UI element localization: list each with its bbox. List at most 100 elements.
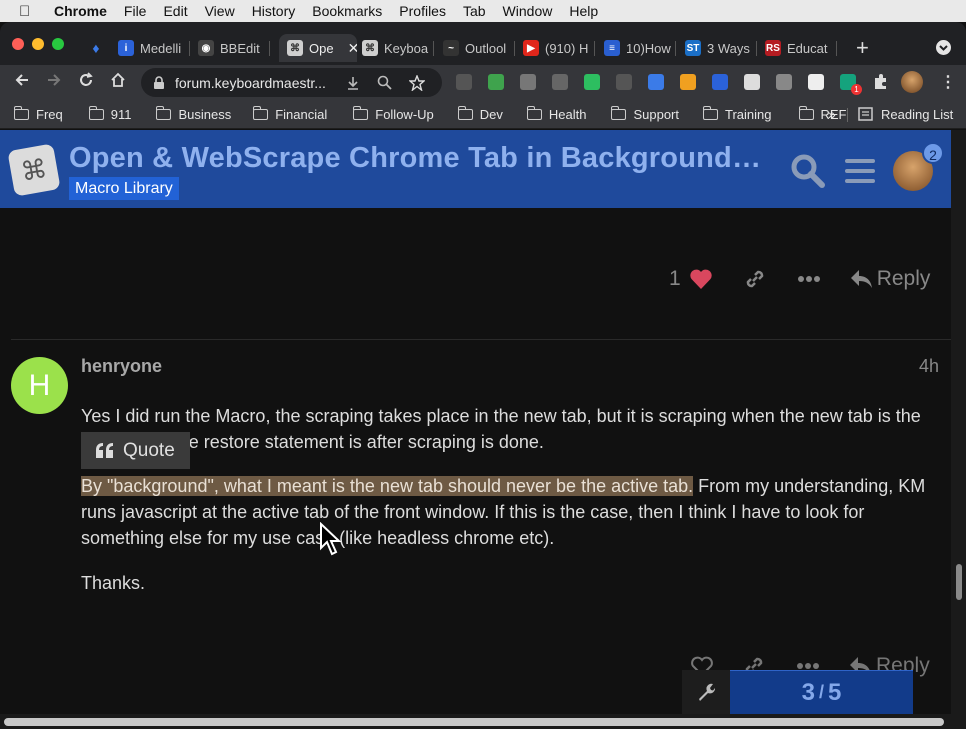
more-icon[interactable] bbox=[796, 662, 820, 670]
heart-icon[interactable] bbox=[689, 268, 713, 290]
topic-title[interactable]: Open & WebScrape Chrome Tab in Backgroun… bbox=[69, 142, 761, 175]
vertical-scrollbar[interactable] bbox=[951, 130, 966, 714]
bookmark-folder-ref[interactable]: REF bbox=[798, 105, 847, 122]
macos-menu-bar:  Chrome File Edit View History Bookmark… bbox=[0, 0, 966, 22]
bookmark-folder-health[interactable]: Health bbox=[526, 105, 586, 122]
menu-history[interactable]: History bbox=[252, 3, 296, 19]
post-username[interactable]: henryone bbox=[81, 356, 162, 377]
vertical-scrollbar-thumb[interactable] bbox=[956, 564, 962, 600]
menu-help[interactable]: Help bbox=[569, 3, 598, 19]
bookmark-folder-dev[interactable]: Dev bbox=[457, 105, 503, 122]
tab-8[interactable]: ST 3 Ways bbox=[685, 34, 757, 62]
menu-profiles[interactable]: Profiles bbox=[399, 3, 446, 19]
kebab-menu-icon[interactable]: ⋮ bbox=[940, 72, 956, 92]
menu-view[interactable]: View bbox=[205, 3, 235, 19]
star-extension-icon[interactable] bbox=[680, 74, 696, 90]
bookmark-star-icon[interactable] bbox=[408, 74, 425, 91]
hamburger-icon bbox=[845, 159, 875, 183]
bookmark-folder-training[interactable]: Training bbox=[703, 105, 772, 122]
v-extension-icon[interactable] bbox=[808, 74, 824, 90]
post-counter[interactable]: 3 / 5 bbox=[730, 670, 913, 714]
tab-2[interactable]: ◉ BBEdit bbox=[198, 34, 270, 62]
window-extension-icon[interactable] bbox=[744, 74, 760, 90]
tab-5[interactable]: ~ Outlool bbox=[443, 34, 515, 62]
zoom-window-button[interactable] bbox=[52, 38, 64, 50]
forward-button[interactable] bbox=[46, 72, 62, 93]
tab-6[interactable]: ▶ (910) H bbox=[523, 34, 595, 62]
menu-window[interactable]: Window bbox=[503, 3, 553, 19]
menu-edit[interactable]: Edit bbox=[163, 3, 187, 19]
bookmark-folder-911[interactable]: 911 bbox=[88, 105, 131, 122]
bookmark-label: Training bbox=[725, 106, 772, 122]
tab-favicon-icon: ST bbox=[685, 40, 701, 56]
tab-7[interactable]: ≡ 10)How bbox=[604, 34, 676, 62]
bookmark-folder-support[interactable]: Support bbox=[611, 105, 679, 122]
menu-bookmarks[interactable]: Bookmarks bbox=[312, 3, 382, 19]
search-button[interactable] bbox=[790, 153, 826, 194]
tab-label: Medelli bbox=[140, 40, 182, 56]
bookmark-folder-follow-up[interactable]: Follow-Up bbox=[353, 105, 434, 122]
download-extension-icon[interactable] bbox=[776, 74, 792, 90]
reading-list-button[interactable]: Reading List bbox=[858, 107, 953, 122]
close-tab-icon[interactable]: ✕ bbox=[348, 40, 357, 57]
prev-reply-button[interactable]: Reply bbox=[877, 267, 931, 291]
circle-extension-icon[interactable] bbox=[712, 74, 728, 90]
folder-icon bbox=[156, 105, 172, 120]
zoom-icon[interactable] bbox=[377, 75, 392, 90]
tab-1[interactable]: i Medelli bbox=[118, 34, 190, 62]
printer-extension-icon[interactable] bbox=[488, 74, 504, 90]
install-icon[interactable] bbox=[346, 76, 360, 90]
profile-avatar[interactable] bbox=[901, 71, 923, 93]
minimize-window-button[interactable] bbox=[32, 38, 44, 50]
reply-icon[interactable] bbox=[849, 268, 873, 290]
category-badge[interactable]: Macro Library bbox=[69, 177, 179, 200]
url-text[interactable]: forum.keyboardmaestr... bbox=[175, 75, 326, 91]
post-paragraph-2: By "background", what I meant is the new… bbox=[81, 473, 941, 551]
tabs-extension-icon[interactable] bbox=[552, 74, 568, 90]
bookmark-folder-business[interactable]: Business bbox=[156, 105, 231, 122]
admin-wrench-button[interactable] bbox=[682, 670, 730, 714]
evernote-extension-icon[interactable] bbox=[584, 74, 600, 90]
link-icon[interactable] bbox=[743, 267, 767, 291]
address-bar[interactable]: forum.keyboardmaestr... bbox=[141, 68, 442, 97]
bookmarks-overflow-button[interactable]: » bbox=[828, 106, 836, 122]
bookmark-folder-freq[interactable]: Freq bbox=[14, 105, 63, 122]
timeline-progress[interactable]: 3 / 5 bbox=[682, 670, 913, 714]
pinned-tab[interactable]: ♦ bbox=[88, 34, 110, 62]
notification-badge[interactable]: 2 bbox=[922, 142, 944, 164]
post-time[interactable]: 4h bbox=[919, 356, 939, 377]
hamburger-menu-button[interactable] bbox=[845, 157, 875, 190]
1password-extension-icon[interactable] bbox=[616, 74, 632, 90]
tab-4[interactable]: ⌘ Keyboa bbox=[362, 34, 434, 62]
reader-extension-icon[interactable] bbox=[520, 74, 536, 90]
bookmark-folder-financial[interactable]: Financial bbox=[253, 105, 327, 122]
tab-favicon-icon: RS bbox=[765, 40, 781, 56]
horizontal-scrollbar-thumb[interactable] bbox=[4, 718, 944, 726]
back-button[interactable] bbox=[14, 72, 30, 93]
horizontal-scrollbar[interactable] bbox=[0, 714, 966, 729]
extensions-button[interactable] bbox=[872, 73, 889, 95]
close-window-button[interactable] bbox=[12, 38, 24, 50]
home-button[interactable] bbox=[110, 72, 126, 93]
search-icon bbox=[791, 154, 825, 188]
reload-button[interactable] bbox=[78, 72, 94, 93]
folder-icon bbox=[14, 105, 29, 120]
quote-label: Quote bbox=[123, 439, 175, 461]
gem-extension-icon[interactable] bbox=[648, 74, 664, 90]
tab-3[interactable]: ⌘ Ope ✕ bbox=[279, 34, 357, 62]
tab-strip: ♦ i Medelli ◉ BBEdit ⌘ Ope ✕ ⌘ Keyboa ~ Outlool ▶ (9… bbox=[0, 22, 966, 65]
shield-extension-icon[interactable] bbox=[456, 74, 472, 90]
post-author-avatar[interactable]: H bbox=[11, 357, 68, 414]
menu-file[interactable]: File bbox=[124, 3, 147, 19]
tab-9[interactable]: RS Educat bbox=[765, 34, 837, 62]
menu-tab[interactable]: Tab bbox=[463, 3, 486, 19]
quote-icon bbox=[96, 443, 113, 458]
more-icon[interactable] bbox=[797, 275, 821, 283]
menu-app-name[interactable]: Chrome bbox=[54, 3, 107, 19]
highlighted-selection[interactable]: By "background", what I meant is the new… bbox=[81, 476, 694, 496]
keyboard-maestro-logo[interactable]: ⌘ bbox=[7, 143, 61, 197]
tab-search-button[interactable] bbox=[936, 40, 951, 55]
new-tab-button[interactable]: + bbox=[856, 35, 869, 61]
quote-button[interactable]: Quote bbox=[81, 432, 190, 469]
apple-icon[interactable]:  bbox=[19, 3, 37, 20]
